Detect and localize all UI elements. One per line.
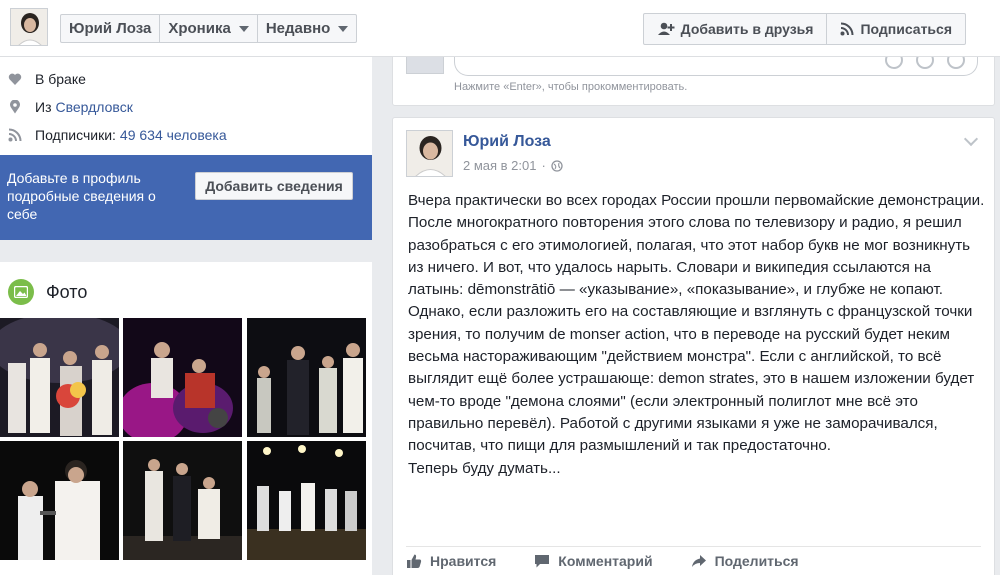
add-details-button[interactable]: Добавить сведения <box>195 172 353 200</box>
post-meta: 2 мая в 2:01 · <box>463 158 563 173</box>
comment-icon <box>535 555 550 568</box>
subscribe-label: Подписаться <box>860 21 952 37</box>
breadcrumb-label: Недавно <box>265 20 331 37</box>
globe-icon[interactable] <box>551 159 563 172</box>
photos-title: Фото <box>46 281 88 302</box>
married-text: В браке <box>35 71 86 87</box>
photo-thumbnail[interactable] <box>0 441 119 560</box>
photo-thumbnail[interactable] <box>123 441 242 560</box>
photo-thumbnail[interactable] <box>247 441 366 560</box>
like-icon <box>407 554 422 568</box>
add-details-label: Добавить сведения <box>205 178 343 194</box>
comment-hint: Нажмите «Enter», чтобы прокомментировать… <box>454 81 688 93</box>
add-friend-button[interactable]: Добавить в друзья <box>644 14 828 44</box>
post-body: Вчера практически во всех городах России… <box>408 192 985 477</box>
heart-icon <box>8 73 22 85</box>
share-button[interactable]: Поделиться <box>691 553 799 569</box>
profile-top-bar: Юрий Лоза Хроника Недавно Добавить в дру… <box>0 0 1000 57</box>
comment-label: Комментарий <box>558 553 653 569</box>
photo-thumbnail[interactable] <box>247 318 366 437</box>
breadcrumb: Юрий Лоза Хроника Недавно <box>60 14 358 43</box>
add-friend-icon <box>657 22 675 35</box>
profile-actions: Добавить в друзья Подписаться <box>642 13 966 45</box>
like-label: Нравится <box>430 553 497 569</box>
breadcrumb-label: Хроника <box>168 20 231 37</box>
caret-down-icon <box>338 25 349 32</box>
meta-separator: · <box>541 158 546 173</box>
info-married: В браке <box>8 71 86 87</box>
breadcrumb-recent[interactable]: Недавно <box>258 15 356 42</box>
photos-icon <box>8 279 34 305</box>
photo-thumbnail[interactable] <box>0 318 119 437</box>
post-author-avatar[interactable] <box>406 130 453 177</box>
add-friend-label: Добавить в друзья <box>680 21 814 37</box>
share-icon <box>691 555 706 567</box>
location-pin-icon <box>10 100 20 114</box>
comment-button[interactable]: Комментарий <box>534 553 653 569</box>
profile-avatar-small[interactable] <box>10 8 48 46</box>
breadcrumb-label: Юрий Лоза <box>69 20 152 37</box>
photos-header[interactable]: Фото <box>8 279 87 305</box>
followers-count[interactable]: 49 634 человека <box>120 127 227 143</box>
breadcrumb-timeline[interactable]: Хроника <box>160 15 258 42</box>
info-followers: Подписчики: 49 634 человека <box>8 127 227 143</box>
subscribe-icon <box>840 22 854 36</box>
subscribe-button[interactable]: Подписаться <box>827 14 965 44</box>
hometown-prefix: Из <box>35 99 52 115</box>
post-actions: Нравится Комментарий Поделиться <box>406 553 837 569</box>
promo-text: Добавьте в профиль подробные сведения о … <box>7 170 156 222</box>
post-author-name[interactable]: Юрий Лоза <box>463 133 551 151</box>
hometown-link[interactable]: Свердловск <box>55 99 132 115</box>
like-button[interactable]: Нравится <box>406 553 496 569</box>
post-timestamp[interactable]: 2 мая в 2:01 <box>463 158 536 173</box>
breadcrumb-profile-name[interactable]: Юрий Лоза <box>61 15 161 42</box>
rss-icon <box>8 128 22 142</box>
info-hometown: Из Свердловск <box>8 99 133 115</box>
followers-prefix: Подписчики: <box>35 127 116 143</box>
share-label: Поделиться <box>714 553 799 569</box>
photo-thumbnail[interactable] <box>123 318 242 437</box>
post-divider <box>406 546 981 547</box>
caret-down-icon <box>238 25 249 32</box>
